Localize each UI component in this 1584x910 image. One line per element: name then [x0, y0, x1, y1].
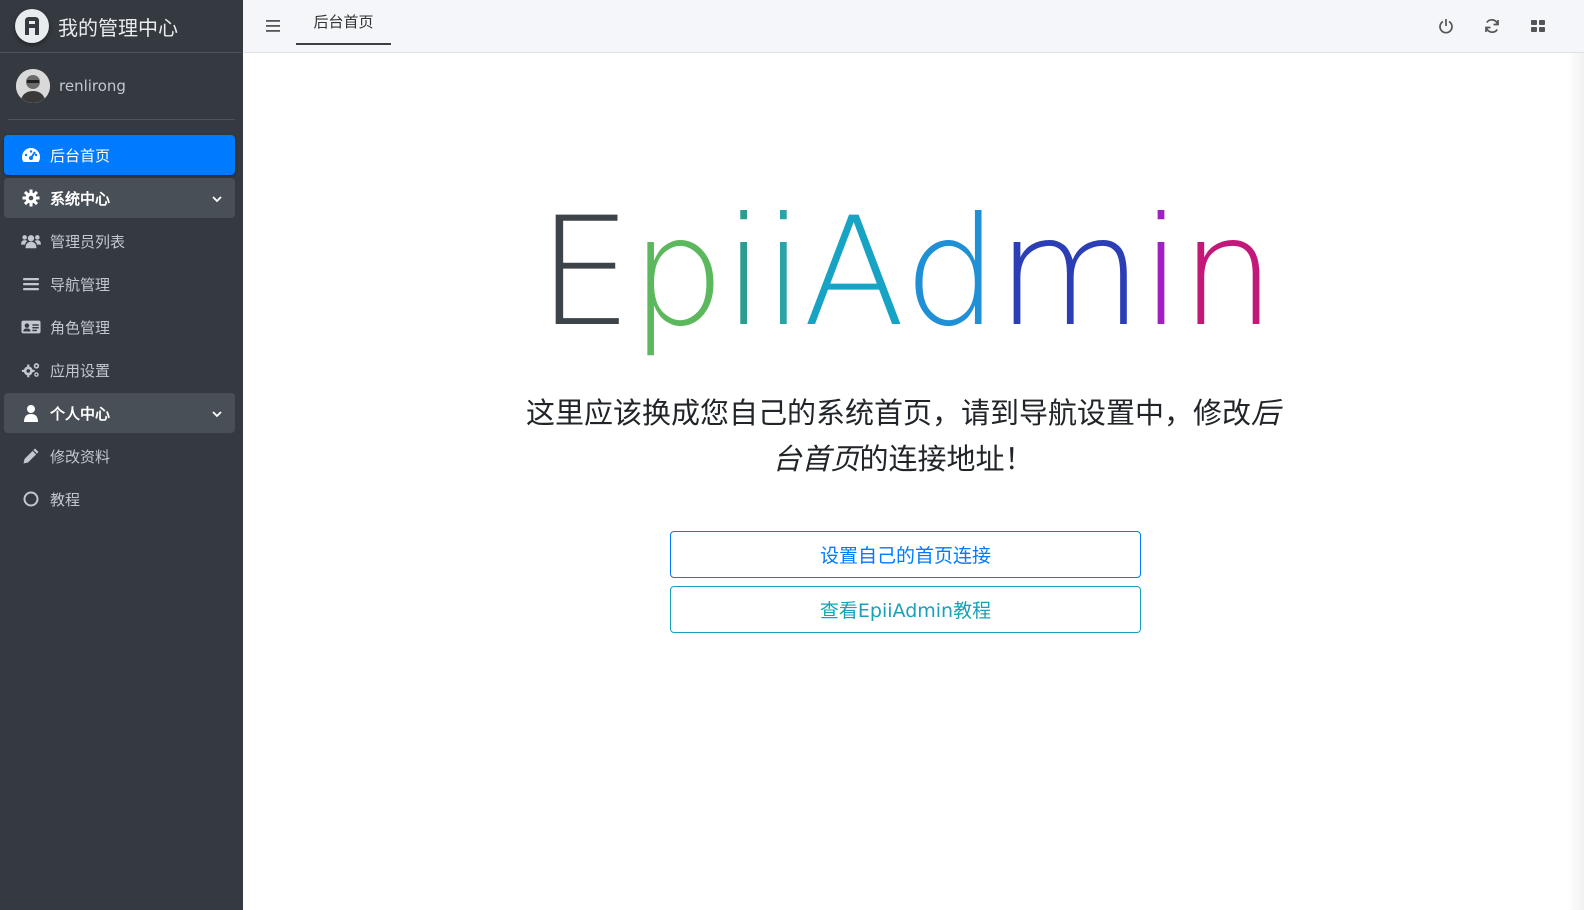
logo-letter: d [903, 186, 998, 360]
users-icon [21, 231, 41, 251]
logo-letter: m [996, 186, 1143, 360]
logo-letter: i [763, 186, 805, 360]
tab-dashboard[interactable]: 后台首页 [296, 0, 391, 45]
brand-title: 我的管理中心 [58, 15, 178, 40]
sidebar-item-label: 修改资料 [50, 447, 111, 466]
user-icon [21, 403, 41, 423]
sidebar-item-role-manage[interactable]: 角色管理 [4, 307, 235, 347]
desc-italic: 台首页 [772, 442, 860, 476]
cogs-icon [21, 360, 41, 380]
bars-icon [21, 274, 41, 294]
logo-letter: p [630, 186, 725, 360]
circle-icon [21, 489, 41, 509]
brand[interactable]: 我的管理中心 [0, 0, 243, 53]
brand-logo-icon [25, 17, 39, 35]
logo-letter: E [537, 186, 632, 360]
pencil-icon [21, 446, 41, 466]
epiiadmin-logo: EpiiAdmin [243, 188, 1568, 358]
refresh-icon[interactable] [1481, 15, 1503, 37]
power-icon[interactable] [1435, 15, 1457, 37]
main-content: EpiiAdmin 这里应该换成您自己的系统首页，请到导航设置中，修改后 台首页… [243, 53, 1568, 910]
dashboard-icon [21, 145, 41, 165]
sidebar-item-label: 个人中心 [50, 404, 111, 423]
view-tutorial-button[interactable]: 查看EpiiAdmin教程 [670, 586, 1141, 633]
chevron-down-icon [211, 406, 223, 424]
gear-icon [21, 188, 41, 208]
sidebar-item-admin-list[interactable]: 管理员列表 [4, 221, 235, 261]
logo-letter: A [802, 186, 906, 360]
grid-icon[interactable] [1527, 15, 1549, 37]
sidebar-item-personal-center[interactable]: 个人中心 [4, 393, 235, 433]
sidebar-item-edit-profile[interactable]: 修改资料 [4, 436, 235, 476]
logo-letter: n [1180, 186, 1275, 360]
desc-text: 这里应该换成您自己的系统首页，请到导航设置中，修改 [525, 396, 1251, 430]
brand-logo [15, 9, 49, 43]
sidebar-item-app-settings[interactable]: 应用设置 [4, 350, 235, 390]
scrollbar[interactable] [1568, 53, 1584, 910]
avatar [16, 69, 50, 103]
id-card-icon [21, 317, 41, 337]
menu-icon[interactable] [263, 16, 283, 36]
chevron-down-icon [211, 191, 223, 209]
desc-italic: 后 [1251, 396, 1281, 430]
sidebar-item-label: 角色管理 [50, 318, 111, 337]
user-name: renlirong [59, 77, 126, 95]
logo-letter: i [1140, 186, 1183, 360]
sidebar-item-dashboard[interactable]: 后台首页 [4, 135, 235, 175]
sidebar-nav: 后台首页 系统中心 管理员列表 导航管理 角色管理 应用设置 个人中心 修改资料… [0, 120, 243, 519]
logo-letter: i [723, 186, 765, 360]
desc-text: 的连接地址！ [859, 442, 1034, 476]
top-navbar: 后台首页 [243, 0, 1584, 53]
sidebar: 我的管理中心 renlirong 后台首页 系统中心 管理员列表 导航管理 角色… [0, 0, 243, 910]
sidebar-item-label: 后台首页 [50, 146, 111, 165]
sidebar-item-label: 导航管理 [50, 275, 111, 294]
sidebar-item-label: 教程 [50, 490, 81, 509]
sidebar-item-label: 管理员列表 [50, 232, 126, 251]
sidebar-item-tutorial[interactable]: 教程 [4, 479, 235, 519]
sidebar-item-nav-manage[interactable]: 导航管理 [4, 264, 235, 304]
sidebar-item-label: 系统中心 [50, 189, 111, 208]
sidebar-item-label: 应用设置 [50, 361, 111, 380]
user-panel[interactable]: renlirong [8, 53, 235, 120]
set-home-link-button[interactable]: 设置自己的首页连接 [670, 531, 1141, 578]
home-description: 这里应该换成您自己的系统首页，请到导航设置中，修改后 台首页的连接地址！ [503, 390, 1303, 482]
sidebar-item-system-center[interactable]: 系统中心 [4, 178, 235, 218]
